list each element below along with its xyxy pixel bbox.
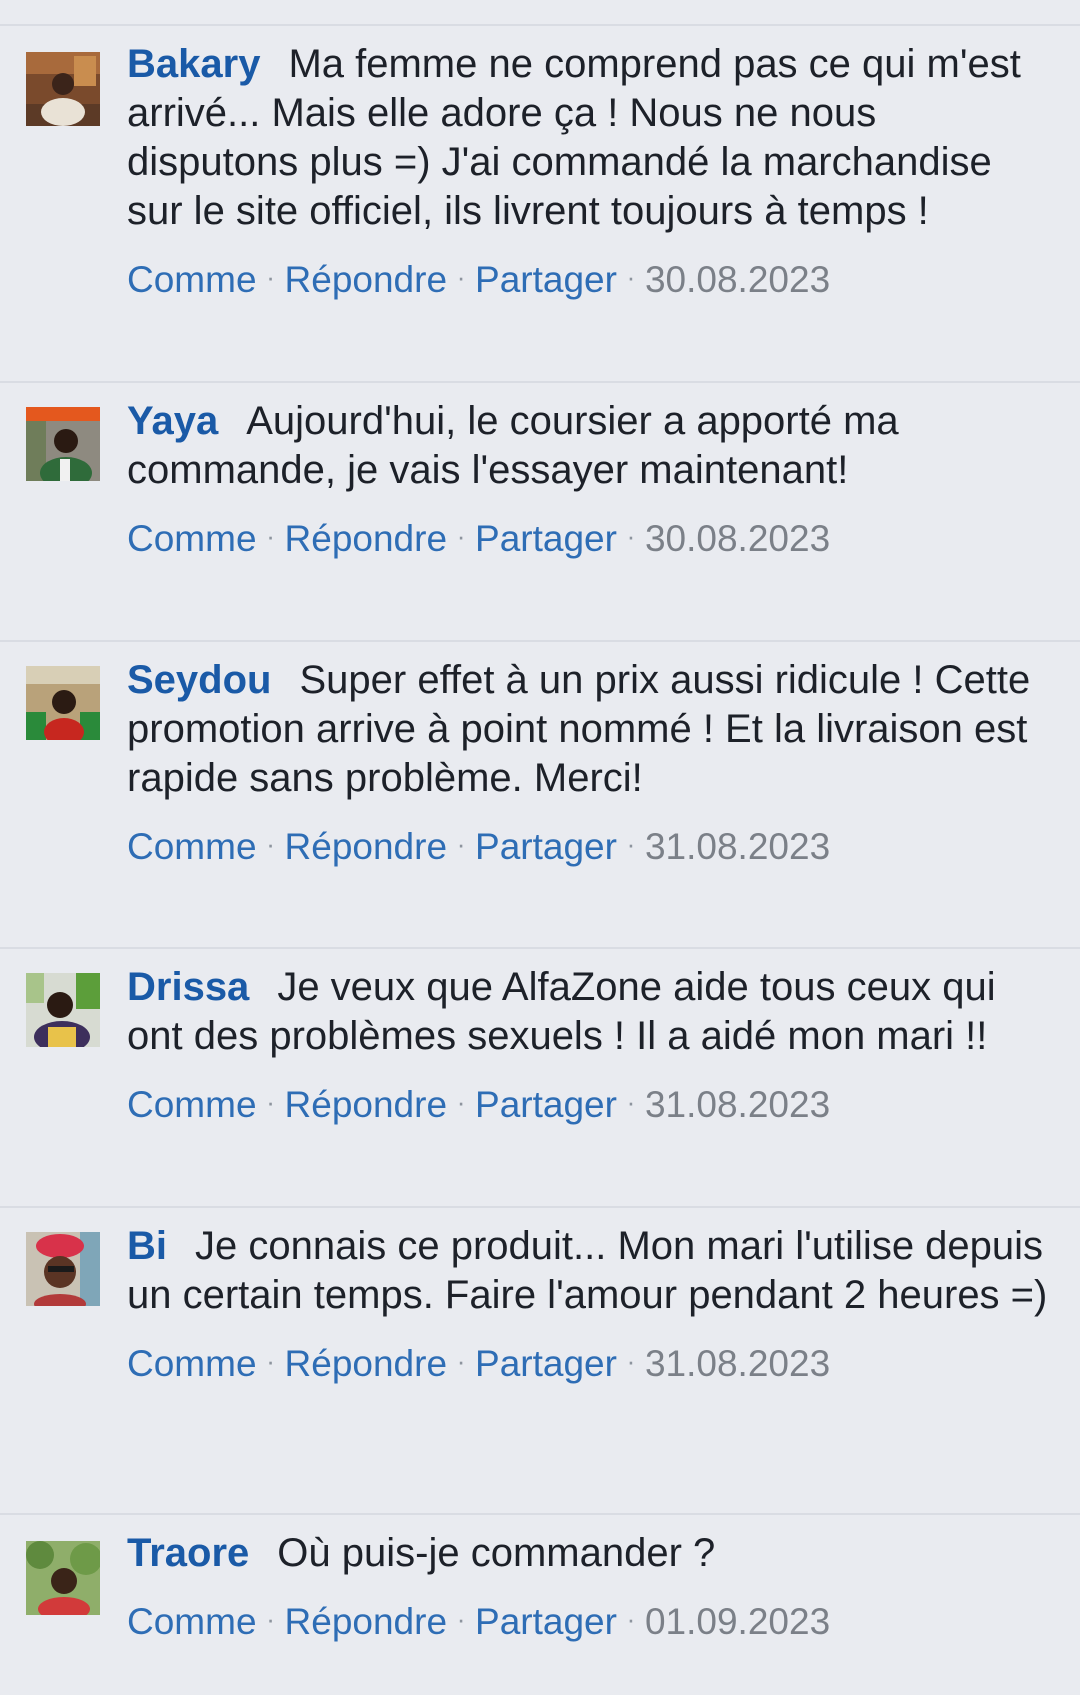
share-button[interactable]: Partager: [475, 1084, 617, 1125]
comment-date: 31.08.2023: [644, 1343, 831, 1384]
share-button[interactable]: Partager: [475, 518, 617, 559]
separator-dot: ·: [266, 262, 275, 292]
like-button[interactable]: Comme: [127, 1601, 257, 1642]
avatar[interactable]: [26, 1541, 100, 1615]
like-button[interactable]: Comme: [127, 826, 257, 867]
comment-actions: Comme · Répondre · Partager · 30.08.2023: [127, 255, 1057, 302]
comment-author[interactable]: Drissa: [127, 965, 249, 1009]
avatar-icon: [26, 973, 100, 1047]
comment-text: Je connais ce produit... Mon mari l'util…: [127, 1224, 1048, 1317]
separator-dot: ·: [626, 1604, 636, 1634]
reply-button[interactable]: Répondre: [285, 1601, 448, 1642]
share-button[interactable]: Partager: [475, 1601, 617, 1642]
share-button[interactable]: Partager: [475, 1343, 617, 1384]
comment-item: Bi Je connais ce produit... Mon mari l'ut…: [0, 1208, 1080, 1515]
comment-date: 31.08.2023: [644, 1084, 831, 1125]
separator-dot: ·: [266, 1604, 275, 1634]
avatar-icon: [26, 52, 100, 126]
reply-button[interactable]: Répondre: [285, 259, 448, 300]
reply-button[interactable]: Répondre: [285, 1343, 448, 1384]
separator-dot: ·: [626, 521, 636, 551]
comment-item: Seydou Super effet à un prix aussi ridicu…: [0, 642, 1080, 949]
comment-text-block: Drissa Je veux que AlfaZone aide tous ceu…: [127, 963, 1057, 1061]
separator-dot: ·: [626, 829, 636, 859]
comment-text-block: Bi Je connais ce produit... Mon mari l'ut…: [127, 1222, 1057, 1320]
separator-dot: ·: [626, 1346, 636, 1376]
reply-button[interactable]: Répondre: [285, 826, 448, 867]
reply-button[interactable]: Répondre: [285, 1084, 448, 1125]
comment-text-block: Traore Où puis-je commander ?: [127, 1529, 1057, 1578]
avatar-icon: [26, 407, 100, 481]
comment-item: Bakary Ma femme ne comprend pas ce qui m'…: [0, 26, 1080, 383]
comment-date: 31.08.2023: [644, 826, 831, 867]
separator-dot: ·: [626, 262, 636, 292]
separator-dot: ·: [456, 1346, 466, 1376]
comment-date: 30.08.2023: [644, 518, 831, 559]
comment-text: Je veux que AlfaZone aide tous ceux qui …: [127, 965, 996, 1058]
comment-text: Où puis-je commander ?: [277, 1531, 716, 1575]
like-button[interactable]: Comme: [127, 259, 257, 300]
comment-text-block: Bakary Ma femme ne comprend pas ce qui m'…: [127, 40, 1057, 236]
comment-text-block: Yaya Aujourd'hui, le coursier a apporté m…: [127, 397, 1057, 495]
avatar[interactable]: [26, 666, 100, 740]
separator-dot: ·: [456, 829, 466, 859]
separator-dot: ·: [626, 1087, 636, 1117]
separator-dot: ·: [456, 262, 466, 292]
comment-actions: Comme · Répondre · Partager · 30.08.2023: [127, 514, 1057, 561]
separator-dot: ·: [266, 1087, 275, 1117]
separator-dot: ·: [456, 1604, 466, 1634]
comment-actions: Comme · Répondre · Partager · 31.08.2023: [127, 1080, 1057, 1127]
comment-item: Drissa Je veux que AlfaZone aide tous ceu…: [0, 949, 1080, 1208]
comment-date: 30.08.2023: [644, 259, 831, 300]
separator-dot: ·: [456, 1087, 466, 1117]
like-button[interactable]: Comme: [127, 518, 257, 559]
comment-actions: Comme · Répondre · Partager · 01.09.2023: [127, 1597, 1057, 1644]
comment-date: 01.09.2023: [644, 1601, 831, 1642]
comment-author[interactable]: Bi: [127, 1224, 167, 1268]
like-button[interactable]: Comme: [127, 1343, 257, 1384]
avatar-icon: [26, 666, 100, 740]
comment-text: Ma femme ne comprend pas ce qui m'est ar…: [127, 42, 1021, 233]
separator-dot: ·: [266, 1346, 275, 1376]
comment-text: Aujourd'hui, le coursier a apporté ma co…: [127, 399, 899, 492]
share-button[interactable]: Partager: [475, 826, 617, 867]
comment-author[interactable]: Yaya: [127, 399, 218, 443]
avatar[interactable]: [26, 407, 100, 481]
like-button[interactable]: Comme: [127, 1084, 257, 1125]
comment-actions: Comme · Répondre · Partager · 31.08.2023: [127, 822, 1057, 869]
comment-author[interactable]: Seydou: [127, 658, 271, 702]
separator-dot: ·: [266, 521, 275, 551]
avatar[interactable]: [26, 52, 100, 126]
separator-dot: ·: [266, 829, 275, 859]
separator-dot: ·: [456, 521, 466, 551]
share-button[interactable]: Partager: [475, 259, 617, 300]
comment-list: Bakary Ma femme ne comprend pas ce qui m'…: [0, 26, 1080, 1695]
comment-text-block: Seydou Super effet à un prix aussi ridicu…: [127, 656, 1057, 803]
comment-item: Traore Où puis-je commander ? Comme · Répon…: [0, 1515, 1080, 1695]
avatar-icon: [26, 1541, 100, 1615]
comment-actions: Comme · Répondre · Partager · 31.08.2023: [127, 1339, 1057, 1386]
avatar-icon: [26, 1232, 100, 1306]
comment-author[interactable]: Bakary: [127, 42, 260, 86]
avatar[interactable]: [26, 973, 100, 1047]
avatar[interactable]: [26, 1232, 100, 1306]
comment-item: Yaya Aujourd'hui, le coursier a apporté m…: [0, 383, 1080, 642]
comment-author[interactable]: Traore: [127, 1531, 249, 1575]
reply-button[interactable]: Répondre: [285, 518, 448, 559]
